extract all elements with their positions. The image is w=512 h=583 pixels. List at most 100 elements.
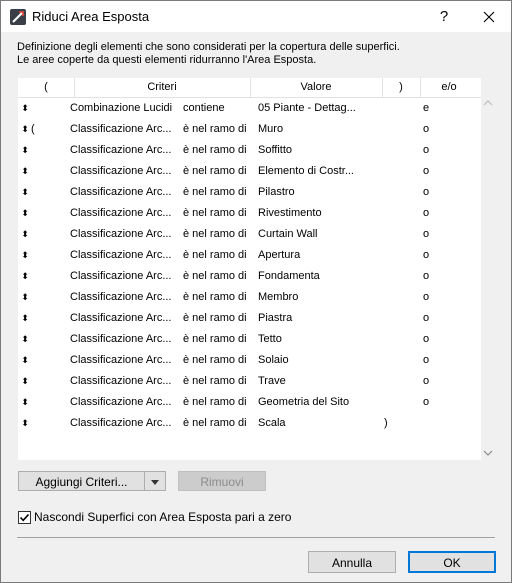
table-row[interactable]: ⬍ Classificazione Arc... è nel ramo di Aper… <box>18 245 481 266</box>
and-or-cell[interactable]: o <box>423 287 443 308</box>
drag-handle-icon[interactable]: ⬍ <box>20 98 30 119</box>
open-paren-cell[interactable] <box>31 203 41 224</box>
close-paren-cell[interactable] <box>384 245 394 266</box>
header-open-paren[interactable]: ( <box>18 78 75 97</box>
table-row[interactable]: ⬍( Classificazione Arc... è nel ramo di Mur… <box>18 119 481 140</box>
close-paren-cell[interactable] <box>384 350 394 371</box>
scroll-up-icon[interactable] <box>483 99 493 107</box>
and-or-cell[interactable]: o <box>423 119 443 140</box>
open-paren-cell[interactable] <box>31 287 41 308</box>
drag-handle-icon[interactable]: ⬍ <box>20 329 30 350</box>
open-paren-cell[interactable] <box>31 266 41 287</box>
value-cell[interactable]: Membro <box>258 287 388 308</box>
value-cell[interactable]: Trave <box>258 371 388 392</box>
value-cell[interactable]: Soffitto <box>258 140 388 161</box>
value-cell[interactable]: Apertura <box>258 245 388 266</box>
and-or-cell[interactable]: o <box>423 371 443 392</box>
criterion-cell[interactable]: Classificazione Arc... <box>70 413 182 434</box>
close-paren-cell[interactable] <box>384 98 394 119</box>
drag-handle-icon[interactable]: ⬍ <box>20 161 30 182</box>
open-paren-cell[interactable] <box>31 413 41 434</box>
table-row[interactable]: ⬍ Classificazione Arc... è nel ramo di Pias… <box>18 308 481 329</box>
table-row[interactable]: ⬍ Classificazione Arc... è nel ramo di Trav… <box>18 371 481 392</box>
criterion-cell[interactable]: Classificazione Arc... <box>70 266 182 287</box>
value-cell[interactable]: Pilastro <box>258 182 388 203</box>
drag-handle-icon[interactable]: ⬍ <box>20 413 30 434</box>
table-row[interactable]: ⬍ Classificazione Arc... è nel ramo di Curt… <box>18 224 481 245</box>
criterion-cell[interactable]: Classificazione Arc... <box>70 224 182 245</box>
close-paren-cell[interactable] <box>384 119 394 140</box>
operator-cell[interactable]: è nel ramo di <box>183 329 255 350</box>
value-cell[interactable]: Piastra <box>258 308 388 329</box>
table-row[interactable]: ⬍ Classificazione Arc... è nel ramo di Fond… <box>18 266 481 287</box>
value-cell[interactable]: 05 Piante - Dettag... <box>258 98 388 119</box>
table-row[interactable]: ⬍ Classificazione Arc... è nel ramo di Soff… <box>18 140 481 161</box>
operator-cell[interactable]: è nel ramo di <box>183 308 255 329</box>
close-paren-cell[interactable]: ) <box>384 413 394 434</box>
and-or-cell[interactable]: o <box>423 266 443 287</box>
value-cell[interactable]: Scala <box>258 413 388 434</box>
close-paren-cell[interactable] <box>384 161 394 182</box>
criterion-cell[interactable]: Combinazione Lucidi <box>70 98 182 119</box>
operator-cell[interactable]: è nel ramo di <box>183 287 255 308</box>
criterion-cell[interactable]: Classificazione Arc... <box>70 371 182 392</box>
and-or-cell[interactable]: o <box>423 245 443 266</box>
hide-zero-surfaces-checkbox[interactable] <box>18 511 31 524</box>
close-paren-cell[interactable] <box>384 224 394 245</box>
value-cell[interactable]: Solaio <box>258 350 388 371</box>
and-or-cell[interactable]: o <box>423 329 443 350</box>
drag-handle-icon[interactable]: ⬍ <box>20 245 30 266</box>
drag-handle-icon[interactable]: ⬍ <box>20 140 30 161</box>
ok-button[interactable]: OK <box>408 551 496 573</box>
criterion-cell[interactable]: Classificazione Arc... <box>70 245 182 266</box>
value-cell[interactable]: Muro <box>258 119 388 140</box>
header-criteria[interactable]: Criteri <box>74 78 251 97</box>
close-paren-cell[interactable] <box>384 140 394 161</box>
open-paren-cell[interactable] <box>31 245 41 266</box>
remove-button[interactable]: Rimuovi <box>178 471 266 491</box>
close-paren-cell[interactable] <box>384 182 394 203</box>
value-cell[interactable]: Curtain Wall <box>258 224 388 245</box>
scroll-down-icon[interactable] <box>483 449 493 457</box>
criterion-cell[interactable]: Classificazione Arc... <box>70 287 182 308</box>
drag-handle-icon[interactable]: ⬍ <box>20 224 30 245</box>
criterion-cell[interactable]: Classificazione Arc... <box>70 182 182 203</box>
drag-handle-icon[interactable]: ⬍ <box>20 203 30 224</box>
operator-cell[interactable]: contiene <box>183 98 255 119</box>
drag-handle-icon[interactable]: ⬍ <box>20 287 30 308</box>
table-row[interactable]: ⬍ Classificazione Arc... è nel ramo di Memb… <box>18 287 481 308</box>
table-row[interactable]: ⬍ Classificazione Arc... è nel ramo di Rive… <box>18 203 481 224</box>
open-paren-cell[interactable]: ( <box>31 119 41 140</box>
and-or-cell[interactable]: o <box>423 161 443 182</box>
close-paren-cell[interactable] <box>384 392 394 413</box>
close-paren-cell[interactable] <box>384 308 394 329</box>
close-paren-cell[interactable] <box>384 287 394 308</box>
table-row[interactable]: ⬍ Combinazione Lucidi contiene 05 Piante - … <box>18 98 481 119</box>
operator-cell[interactable]: è nel ramo di <box>183 182 255 203</box>
criterion-cell[interactable]: Classificazione Arc... <box>70 119 182 140</box>
header-and-or[interactable]: e/o <box>420 78 478 97</box>
operator-cell[interactable]: è nel ramo di <box>183 371 255 392</box>
drag-handle-icon[interactable]: ⬍ <box>20 119 30 140</box>
open-paren-cell[interactable] <box>31 350 41 371</box>
operator-cell[interactable]: è nel ramo di <box>183 413 255 434</box>
open-paren-cell[interactable] <box>31 98 41 119</box>
drag-handle-icon[interactable]: ⬍ <box>20 182 30 203</box>
operator-cell[interactable]: è nel ramo di <box>183 161 255 182</box>
drag-handle-icon[interactable]: ⬍ <box>20 392 30 413</box>
vertical-scrollbar[interactable] <box>480 97 496 459</box>
header-close-paren[interactable]: ) <box>382 78 421 97</box>
criterion-cell[interactable]: Classificazione Arc... <box>70 140 182 161</box>
value-cell[interactable]: Geometria del Sito <box>258 392 388 413</box>
table-row[interactable]: ⬍ Classificazione Arc... è nel ramo di Elem… <box>18 161 481 182</box>
open-paren-cell[interactable] <box>31 161 41 182</box>
operator-cell[interactable]: è nel ramo di <box>183 224 255 245</box>
table-row[interactable]: ⬍ Classificazione Arc... è nel ramo di Scal… <box>18 413 481 434</box>
open-paren-cell[interactable] <box>31 182 41 203</box>
and-or-cell[interactable] <box>423 413 443 434</box>
operator-cell[interactable]: è nel ramo di <box>183 203 255 224</box>
hide-zero-surfaces-label[interactable]: Nascondi Superfici con Area Esposta pari… <box>34 510 291 524</box>
operator-cell[interactable]: è nel ramo di <box>183 119 255 140</box>
operator-cell[interactable]: è nel ramo di <box>183 392 255 413</box>
table-row[interactable]: ⬍ Classificazione Arc... è nel ramo di Tett… <box>18 329 481 350</box>
